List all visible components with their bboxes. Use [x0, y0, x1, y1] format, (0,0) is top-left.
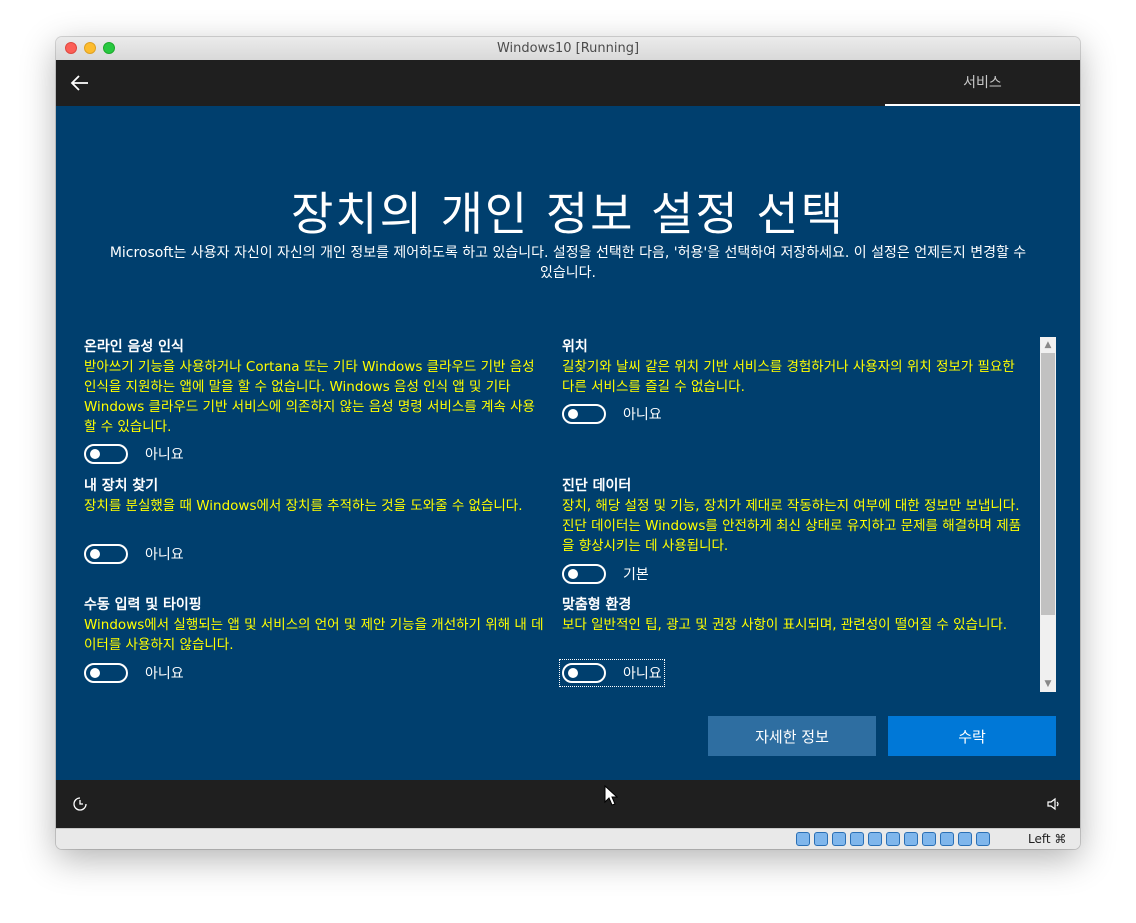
setting-title: 내 장치 찾기 — [84, 478, 159, 494]
virtualization-icon[interactable] — [940, 832, 954, 846]
setting-toggle-row: 아니요 — [84, 662, 184, 684]
scroll-down-arrow-icon[interactable]: ▼ — [1040, 676, 1056, 692]
window-titlebar[interactable]: Windows10 [Running] — [56, 37, 1080, 61]
cpu-icon[interactable] — [958, 832, 972, 846]
setting-tailored-experiences: 맞춤형 환경 보다 일반적인 팁, 광고 및 권장 사항이 표시되며, 관련성이… — [562, 595, 1024, 635]
setting-location: 위치 길찾기와 날씨 같은 위치 기반 서비스를 경험하거나 사용자의 위치 정… — [562, 337, 1024, 397]
audio-icon[interactable] — [832, 832, 846, 846]
toggle-knob — [568, 409, 578, 419]
shared-folders-icon[interactable] — [886, 832, 900, 846]
back-button[interactable] — [68, 71, 92, 95]
setting-title: 수동 입력 및 타이핑 — [84, 597, 202, 613]
hard-disk-icon[interactable] — [796, 832, 810, 846]
setting-online-speech: 온라인 음성 인식 받아쓰기 기능을 사용하거나 Cortana 또는 기타 W… — [84, 337, 546, 437]
toggle-state-label: 기본 — [623, 567, 649, 583]
mouse-integration-icon[interactable] — [976, 832, 990, 846]
setting-diagnostic-data: 진단 데이터 장치, 해당 설정 및 기능, 장치가 제대로 작동하는지 여부에… — [562, 476, 1024, 556]
setting-find-my-device: 내 장치 찾기 장치를 분실했을 때 Windows에서 장치를 추적하는 것을… — [84, 476, 546, 516]
page-title: 장치의 개인 정보 설정 선택 — [290, 187, 845, 241]
vm-window: Windows10 [Running] 서비스 장치의 개인 정보 설정 선택 … — [56, 37, 1080, 849]
setting-title: 진단 데이터 — [562, 478, 632, 494]
ease-of-access-icon — [73, 797, 87, 811]
volume-button[interactable] — [1046, 796, 1062, 812]
more-info-button[interactable]: 자세한 정보 — [708, 716, 876, 756]
setting-description: 장치, 해당 설정 및 기능, 장치가 제대로 작동하는지 여부에 대한 정보만… — [562, 498, 1022, 554]
toggle-knob — [568, 569, 578, 579]
setting-toggle-row: 아니요 — [559, 659, 665, 687]
setting-toggle-row: 아니요 — [84, 543, 184, 565]
page-description: Microsoft는 사용자 자신이 자신의 개인 정보를 제어하도록 하고 있… — [109, 245, 1027, 281]
guest-screen: 서비스 장치의 개인 정보 설정 선택 Microsoft는 사용자 자신이 자… — [56, 60, 1080, 828]
host-key-indicator: Left ⌘ — [1028, 832, 1067, 846]
ease-of-access-button[interactable] — [72, 796, 88, 812]
find-my-device-toggle[interactable] — [84, 544, 128, 564]
scroll-thumb[interactable] — [1041, 353, 1055, 615]
scroll-up-arrow-icon[interactable]: ▲ — [1040, 337, 1056, 353]
tailored-experiences-toggle[interactable] — [562, 663, 606, 683]
toggle-state-label: 아니요 — [145, 447, 184, 463]
setting-title: 위치 — [562, 339, 588, 355]
toggle-state-label: 아니요 — [145, 666, 184, 682]
window-title: Windows10 [Running] — [496, 41, 640, 56]
setting-description: 받아쓰기 기능을 사용하거나 Cortana 또는 기타 Windows 클라우… — [84, 359, 535, 435]
toggle-state-label: 아니요 — [623, 407, 662, 423]
setting-title: 맞춤형 환경 — [562, 597, 632, 613]
setting-title: 온라인 음성 인식 — [84, 339, 184, 355]
toggle-knob — [90, 449, 100, 459]
online-speech-toggle[interactable] — [84, 444, 128, 464]
location-toggle[interactable] — [562, 404, 606, 424]
inking-typing-toggle[interactable] — [84, 663, 128, 683]
setting-toggle-row: 기본 — [562, 563, 649, 585]
toggle-knob — [568, 668, 578, 678]
network-icon[interactable] — [850, 832, 864, 846]
diagnostic-data-toggle[interactable] — [562, 564, 606, 584]
toggle-state-label: 아니요 — [623, 666, 662, 682]
settings-scrollbar[interactable]: ▲ ▼ — [1040, 337, 1056, 692]
vm-status-icons — [796, 832, 990, 847]
setting-inking-typing: 수동 입력 및 타이핑 Windows에서 실행되는 앱 및 서비스의 언어 및… — [84, 595, 546, 655]
tab-services[interactable]: 서비스 — [885, 60, 1080, 106]
toggle-knob — [90, 549, 100, 559]
setting-toggle-row: 아니요 — [562, 403, 662, 425]
usb-icon[interactable] — [868, 832, 882, 846]
toggle-state-label: 아니요 — [145, 547, 184, 563]
setting-description: Windows에서 실행되는 앱 및 서비스의 언어 및 제안 기능을 개선하기… — [84, 617, 544, 653]
setting-toggle-row: 아니요 — [84, 443, 184, 465]
toggle-knob — [90, 668, 100, 678]
setting-description: 보다 일반적인 팁, 광고 및 권장 사항이 표시되며, 관련성이 떨어질 수 … — [562, 617, 1008, 633]
recording-icon[interactable] — [922, 832, 936, 846]
setting-description: 장치를 분실했을 때 Windows에서 장치를 추적하는 것을 도와줄 수 없… — [84, 498, 523, 514]
oobe-top-bar: 서비스 — [56, 60, 1080, 106]
setting-description: 길찾기와 날씨 같은 위치 기반 서비스를 경험하거나 사용자의 위치 정보가 … — [562, 359, 1015, 395]
oobe-bottom-bar — [56, 780, 1080, 828]
volume-icon — [1047, 797, 1059, 811]
display-icon[interactable] — [904, 832, 918, 846]
vm-status-bar: Left ⌘ — [56, 828, 1080, 849]
mouse-cursor-icon — [604, 785, 618, 806]
optical-drive-icon[interactable] — [814, 832, 828, 846]
accept-button[interactable]: 수락 — [888, 716, 1056, 756]
back-arrow-icon — [70, 75, 88, 91]
